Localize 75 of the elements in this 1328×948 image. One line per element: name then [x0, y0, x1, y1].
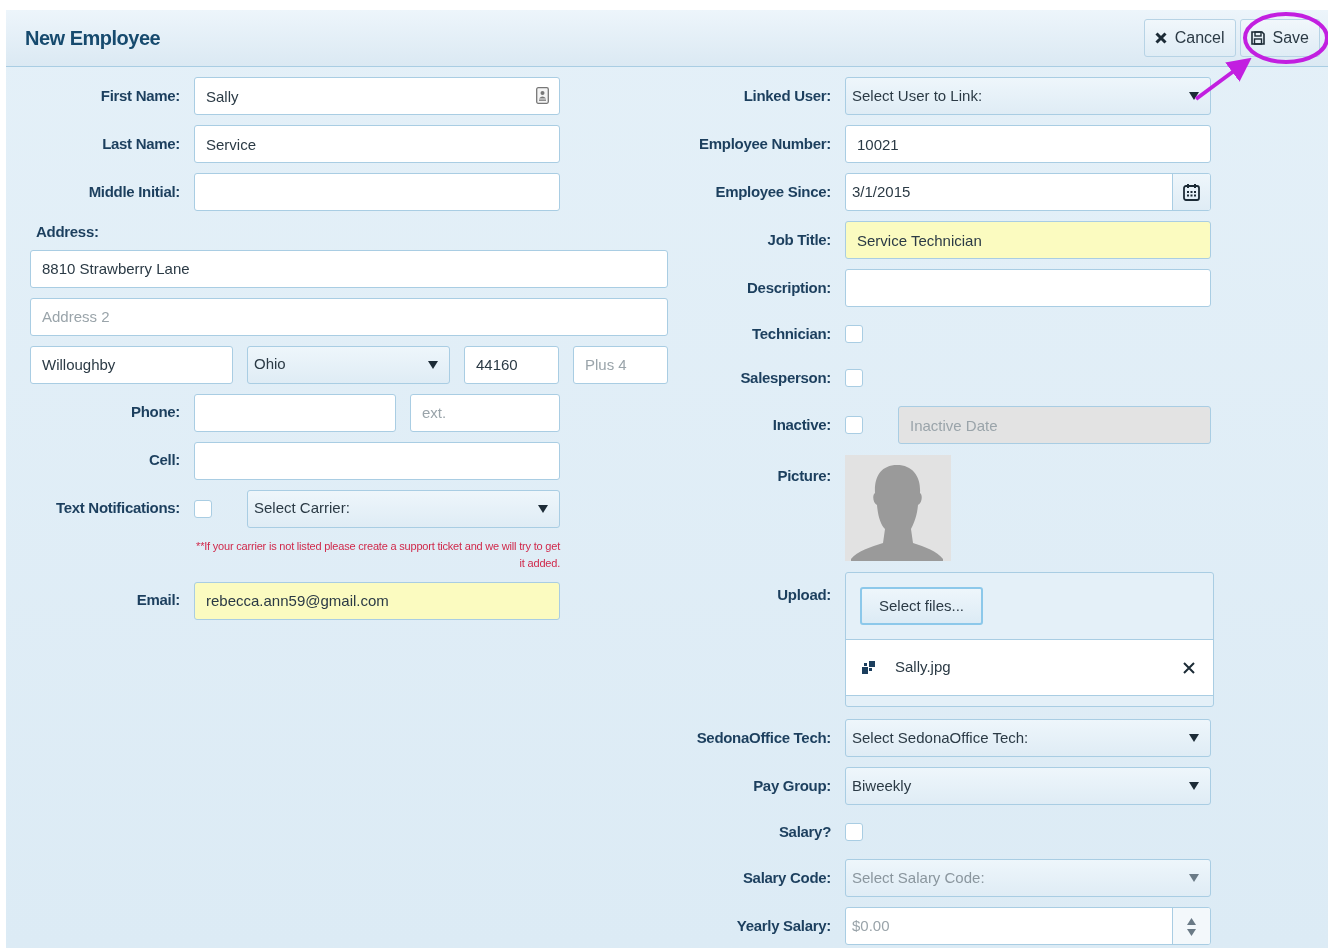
close-icon — [1154, 32, 1167, 44]
checkbox[interactable] — [845, 369, 863, 387]
date-field[interactable]: 3/1/2015 — [846, 174, 1172, 210]
field-label: SedonaOffice Tech: — [695, 727, 831, 748]
carrier-dropdown[interactable]: Select Carrier: — [247, 489, 560, 528]
field-label: Last Name: — [101, 133, 180, 154]
annotation-arrow — [1194, 57, 1252, 101]
spin-down-icon — [1187, 929, 1196, 936]
calendar-button[interactable] — [1172, 174, 1210, 210]
contact-card-icon — [536, 87, 549, 104]
dropdown[interactable]: Select SedonaOffice Tech: — [845, 719, 1211, 757]
address-field[interactable]: Address 2 — [30, 297, 668, 336]
field-label: Address: — [36, 222, 100, 242]
cancel-button[interactable]: Cancel — [1143, 19, 1236, 57]
caret-icon — [538, 504, 548, 513]
field-label: Picture: — [776, 466, 831, 486]
text-field[interactable]: rebecca.ann59@gmail.com — [194, 581, 560, 620]
field-label: Salesperson: — [739, 367, 831, 388]
caret-icon — [1189, 874, 1199, 882]
field-label: Cell: — [148, 450, 180, 471]
zip-field[interactable]: 44160 — [464, 345, 559, 384]
save-icon — [1250, 31, 1265, 45]
field-label: Technician: — [751, 323, 831, 344]
field-label: Salary? — [777, 821, 831, 842]
caret-icon — [428, 360, 438, 369]
checkbox[interactable] — [845, 416, 863, 434]
checkbox[interactable] — [845, 823, 863, 841]
field-label: Linked User: — [742, 85, 831, 106]
remove-file-button[interactable] — [1183, 661, 1195, 674]
field-label: Employee Since: — [714, 181, 831, 202]
dropdown[interactable]: Biweekly — [845, 767, 1211, 805]
field-label: Text Notifications: — [54, 498, 180, 519]
caret-icon — [1189, 782, 1199, 790]
date-picker[interactable]: 3/1/2015 — [845, 173, 1211, 211]
field-label: First Name: — [99, 85, 180, 106]
zip-plus4-field[interactable]: Plus 4 — [573, 345, 668, 384]
select-files-button[interactable]: Select files... — [860, 587, 984, 625]
checkbox[interactable] — [194, 499, 212, 518]
field-label: Middle Initial: — [87, 181, 180, 202]
save-button[interactable]: Save — [1239, 19, 1320, 57]
text-field[interactable]: Service — [194, 125, 560, 163]
carrier-note: **If your carrier is not listed please create a support ticket and we will try to get it added. — [195, 538, 560, 571]
field-label: Yearly Salary: — [735, 915, 831, 936]
calendar-icon — [1183, 183, 1200, 201]
caret-icon — [1189, 92, 1199, 100]
checkbox[interactable] — [845, 325, 863, 343]
spin-up-icon — [1187, 918, 1196, 925]
salary-field[interactable]: $0.00 — [846, 908, 1172, 944]
page-title: New Employee — [25, 26, 161, 51]
text-field[interactable] — [194, 441, 560, 480]
phone-field[interactable] — [194, 393, 396, 432]
text-field[interactable]: Sally — [194, 77, 560, 115]
address-field[interactable]: 8810 Strawberry Lane — [30, 249, 668, 288]
field-label: Salary Code: — [741, 867, 831, 888]
field-label: Job Title: — [766, 229, 831, 250]
dropdown[interactable]: Select User to Link: — [845, 77, 1211, 115]
caret-icon — [1189, 734, 1199, 742]
text-field[interactable]: 10021 — [845, 125, 1211, 163]
city-field[interactable]: Willoughby — [30, 345, 233, 384]
field-label: Email: — [135, 590, 180, 611]
text-field[interactable] — [194, 173, 560, 211]
field-label: Pay Group: — [752, 775, 831, 796]
field-label: Employee Number: — [698, 133, 831, 154]
state-dropdown[interactable]: Ohio — [247, 345, 450, 384]
field-label: Phone: — [129, 402, 180, 423]
remove-icon — [1183, 661, 1195, 674]
field-label: Upload: — [776, 585, 831, 605]
file-icon — [862, 661, 875, 674]
extension-field[interactable]: ext. — [410, 393, 560, 432]
file-name: Sally.jpg — [895, 657, 951, 678]
text-field[interactable]: Service Technician — [845, 221, 1211, 259]
text-field[interactable] — [845, 269, 1211, 307]
field-label: Inactive: — [771, 414, 831, 435]
field-label: Description: — [746, 277, 831, 298]
salary-spinner[interactable]: $0.00 — [845, 907, 1211, 945]
